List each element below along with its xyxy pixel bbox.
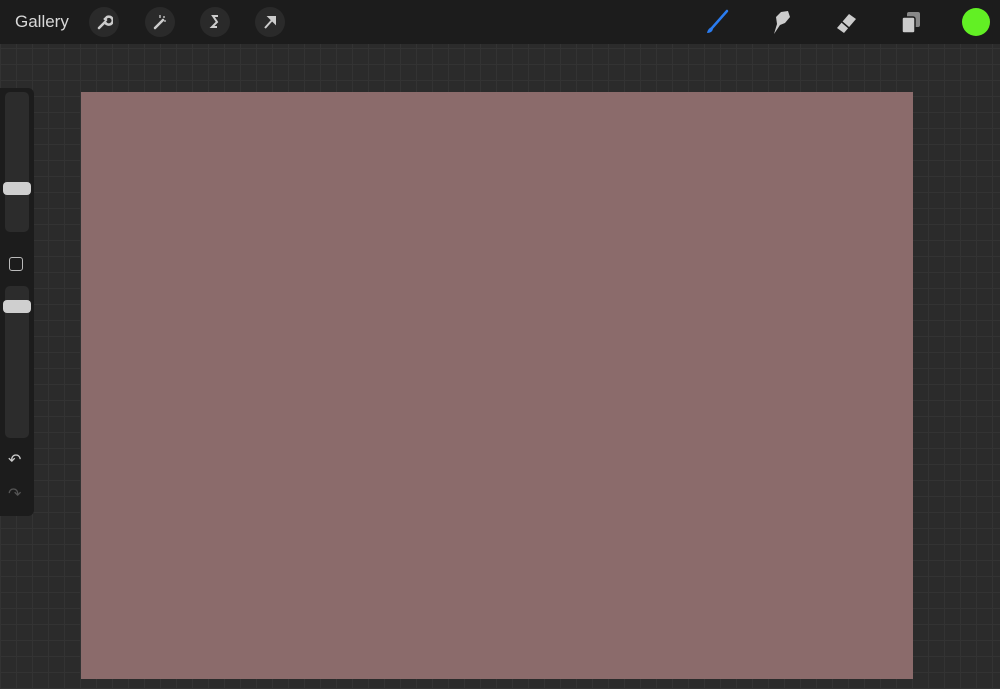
brush-size-thumb[interactable]	[3, 182, 31, 195]
smudge-icon	[774, 11, 790, 34]
left-sidebar: ↶ ↷	[0, 88, 34, 516]
top-toolbar: Gallery	[0, 0, 1000, 44]
wrench-icon	[97, 15, 113, 30]
smudge-button[interactable]	[766, 7, 796, 37]
adjustments-button[interactable]	[145, 7, 175, 37]
selection-button[interactable]	[200, 7, 230, 37]
redo-icon[interactable]: ↷	[8, 484, 21, 504]
eraser-icon	[837, 14, 856, 33]
opacity-thumb[interactable]	[3, 300, 31, 313]
brush-icon	[707, 9, 729, 33]
brush-button[interactable]	[702, 7, 732, 37]
layers-icon	[901, 12, 920, 34]
gallery-button[interactable]: Gallery	[15, 12, 69, 32]
actions-button[interactable]	[89, 7, 119, 37]
eraser-button[interactable]	[831, 7, 861, 37]
transform-arrow-icon	[264, 16, 276, 29]
brush-size-slider[interactable]	[5, 92, 29, 232]
drawing-canvas[interactable]	[81, 92, 913, 679]
modify-button[interactable]	[9, 257, 23, 271]
magic-wand-icon	[153, 15, 166, 30]
transform-button[interactable]	[255, 7, 285, 37]
undo-icon[interactable]: ↶	[8, 450, 21, 470]
color-picker-button[interactable]	[962, 8, 990, 36]
selection-icon	[209, 15, 219, 28]
layers-button[interactable]	[896, 7, 926, 37]
